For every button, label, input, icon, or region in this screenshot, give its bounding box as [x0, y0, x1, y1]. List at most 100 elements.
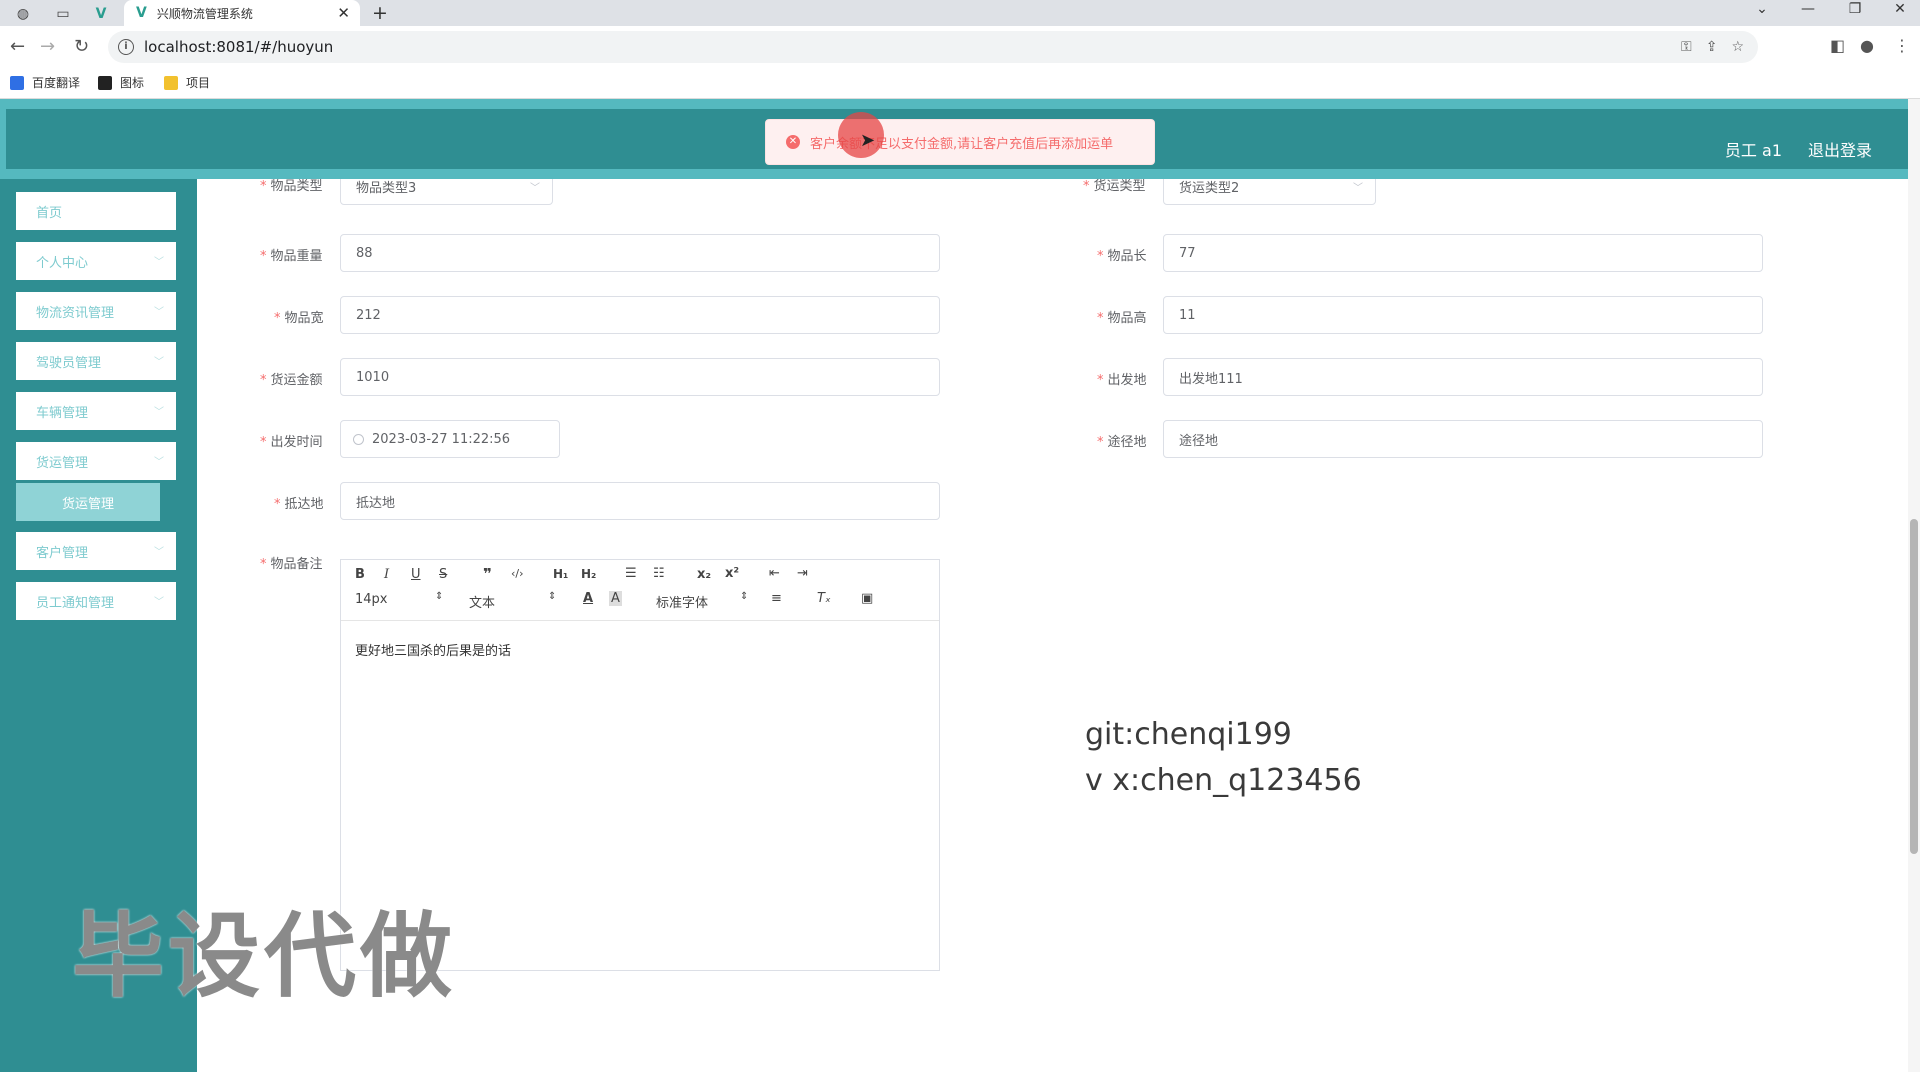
h1-icon[interactable]: H₁ [553, 567, 568, 581]
width-value: 212 [356, 307, 381, 323]
new-tab-button[interactable]: + [372, 2, 388, 24]
text-style-select[interactable]: 文本 [469, 592, 495, 611]
vue-logo-icon: V [136, 5, 147, 21]
sidebar-item-personal-center[interactable]: 个人中心 ﹀ [16, 242, 176, 280]
blockquote-icon[interactable]: ❞ [483, 565, 492, 583]
globe-icon[interactable]: ◍ [10, 3, 36, 25]
width-input[interactable]: 212 [340, 296, 940, 334]
top-header: 员工 a1 退出登录 ✕ 客户余额不足以支付金额,请让客户充值后再添加运单 ➤ [0, 99, 1920, 179]
height-value: 11 [1179, 307, 1196, 323]
vue-tab-icon[interactable]: V [88, 3, 114, 25]
reload-icon[interactable]: ↻ [74, 36, 89, 57]
remark-label: * 物品备注 [260, 557, 323, 572]
url-text: localhost:8081/#/huoyun [144, 38, 334, 56]
h2-icon[interactable]: H₂ [581, 567, 596, 581]
restore-icon[interactable]: ❐ [1840, 1, 1870, 17]
sidebar-item-drivers[interactable]: 驾驶员管理 ﹀ [16, 342, 176, 380]
underline-icon[interactable]: U [411, 567, 421, 582]
address-bar: ← → ↻ i localhost:8081/#/huoyun ⚿ ⇪ ☆ ◧ … [0, 26, 1920, 69]
amount-label: * 货运金额 [260, 373, 323, 388]
sidebar-subitem-freight[interactable]: 货运管理 [16, 483, 160, 521]
watermark-git: git:chenqi199 [1085, 717, 1292, 752]
origin-input[interactable]: 出发地111 [1163, 358, 1763, 396]
code-icon[interactable]: ‹/› [511, 567, 524, 580]
sidebar-item-label: 员工通知管理 [36, 595, 115, 611]
sidebar-item-freight[interactable]: 货运管理 ﹀ [16, 442, 176, 480]
translate-icon [10, 75, 24, 90]
length-input[interactable]: 77 [1163, 234, 1763, 272]
bookmarks-bar: 百度翻译 图标 项目 [0, 68, 1920, 99]
via-input[interactable]: 途径地 [1163, 420, 1763, 458]
scrollbar[interactable] [1908, 99, 1920, 1072]
bookmark-icons[interactable]: 图标 [98, 74, 144, 91]
watermark-wechat: v x:chen_q123456 [1085, 763, 1362, 798]
item-type-select[interactable]: 物品类型3 ﹀ [340, 179, 553, 205]
weight-input[interactable]: 88 [340, 234, 940, 272]
sidebar-item-staff-notices[interactable]: 员工通知管理 ﹀ [16, 582, 176, 620]
background-color-icon[interactable]: A [609, 591, 622, 606]
bold-icon[interactable]: B [355, 567, 365, 582]
tab-close-icon[interactable]: ✕ [337, 4, 350, 22]
tab-icon[interactable]: ▭ [50, 3, 76, 25]
menu-dots-icon[interactable]: ⋮ [1894, 36, 1910, 55]
scrollbar-thumb[interactable] [1910, 519, 1918, 854]
ordered-list-icon[interactable]: ☰ [625, 566, 637, 581]
sidebar-item-customers[interactable]: 客户管理 ﹀ [16, 532, 176, 570]
item-type-label: * 物品类型 [260, 179, 323, 194]
back-icon[interactable]: ← [10, 36, 25, 57]
minimize-icon[interactable]: — [1793, 1, 1823, 17]
forward-icon[interactable]: → [40, 36, 55, 57]
key-icon[interactable]: ⚿ [1681, 39, 1692, 55]
height-input[interactable]: 11 [1163, 296, 1763, 334]
info-icon[interactable]: i [118, 39, 134, 55]
font-color-icon[interactable]: A [583, 591, 593, 606]
clear-format-icon[interactable]: Tₓ [817, 591, 831, 606]
depart-time-picker[interactable]: 2023-03-27 11:22:56 [340, 420, 560, 458]
star-icon[interactable]: ☆ [1731, 39, 1744, 55]
indent-icon[interactable]: ⇥ [797, 566, 808, 581]
url-field[interactable]: i localhost:8081/#/huoyun ⚿ ⇪ ☆ [108, 31, 1758, 63]
share-icon[interactable]: ⇪ [1706, 39, 1718, 55]
sidebar-item-label: 车辆管理 [36, 405, 89, 421]
tab-list-icon[interactable]: ⌄ [1747, 1, 1777, 17]
close-window-icon[interactable]: ✕ [1885, 1, 1915, 17]
chevron-down-icon: ﹀ [154, 547, 164, 558]
via-label: * 途径地 [1097, 435, 1147, 450]
font-size-select[interactable]: 14px [355, 592, 388, 607]
updown-icon: ⇕ [548, 591, 557, 602]
chevron-down-icon: ﹀ [154, 597, 164, 608]
chevron-down-icon: ﹀ [154, 357, 164, 368]
editor-content: 更好地三国杀的后果是的话 [355, 644, 512, 659]
sidebar-item-logistics-news[interactable]: 物流资讯管理 ﹀ [16, 292, 176, 330]
editor-toolbar: B I U S ❞ ‹/› H₁ H₂ ☰ ☷ x₂ x² ⇤ ⇥ 14px ⇕… [341, 560, 939, 621]
ship-type-select[interactable]: 货运类型2 ﹀ [1163, 179, 1376, 205]
font-family-select[interactable]: 标准字体 [656, 592, 708, 611]
superscript-icon[interactable]: x² [725, 566, 739, 581]
subscript-icon[interactable]: x₂ [697, 567, 711, 582]
sidebar-item-vehicles[interactable]: 车辆管理 ﹀ [16, 392, 176, 430]
bookmark-project[interactable]: 项目 [164, 74, 210, 91]
via-value: 途径地 [1179, 433, 1219, 449]
length-label: * 物品长 [1097, 249, 1147, 264]
strike-icon[interactable]: S [439, 567, 447, 582]
bookmark-label: 项目 [186, 76, 211, 90]
image-icon[interactable]: ▣ [861, 591, 873, 606]
sidebar-item-home[interactable]: 首页 [16, 192, 176, 230]
amount-input[interactable]: 1010 [340, 358, 940, 396]
profile-icon[interactable]: ● [1860, 36, 1874, 55]
depart-time-value: 2023-03-27 11:22:56 [372, 431, 511, 447]
align-icon[interactable]: ≡ [771, 591, 782, 606]
active-tab[interactable]: V 兴顺物流管理系统 ✕ [124, 0, 360, 26]
logout-button[interactable]: 退出登录 [1808, 137, 1872, 161]
outdent-icon[interactable]: ⇤ [769, 566, 780, 581]
weight-label: * 物品重量 [260, 249, 323, 264]
error-icon: ✕ [786, 135, 800, 149]
dest-input[interactable]: 抵达地 [340, 482, 940, 520]
side-panel-icon[interactable]: ◧ [1830, 36, 1845, 55]
chevron-down-icon: ﹀ [530, 182, 540, 194]
bullet-list-icon[interactable]: ☷ [653, 566, 665, 581]
bookmark-baidu-translate[interactable]: 百度翻译 [10, 74, 80, 91]
clock-icon [353, 433, 364, 445]
dest-value: 抵达地 [356, 495, 396, 511]
italic-icon[interactable]: I [384, 567, 389, 582]
